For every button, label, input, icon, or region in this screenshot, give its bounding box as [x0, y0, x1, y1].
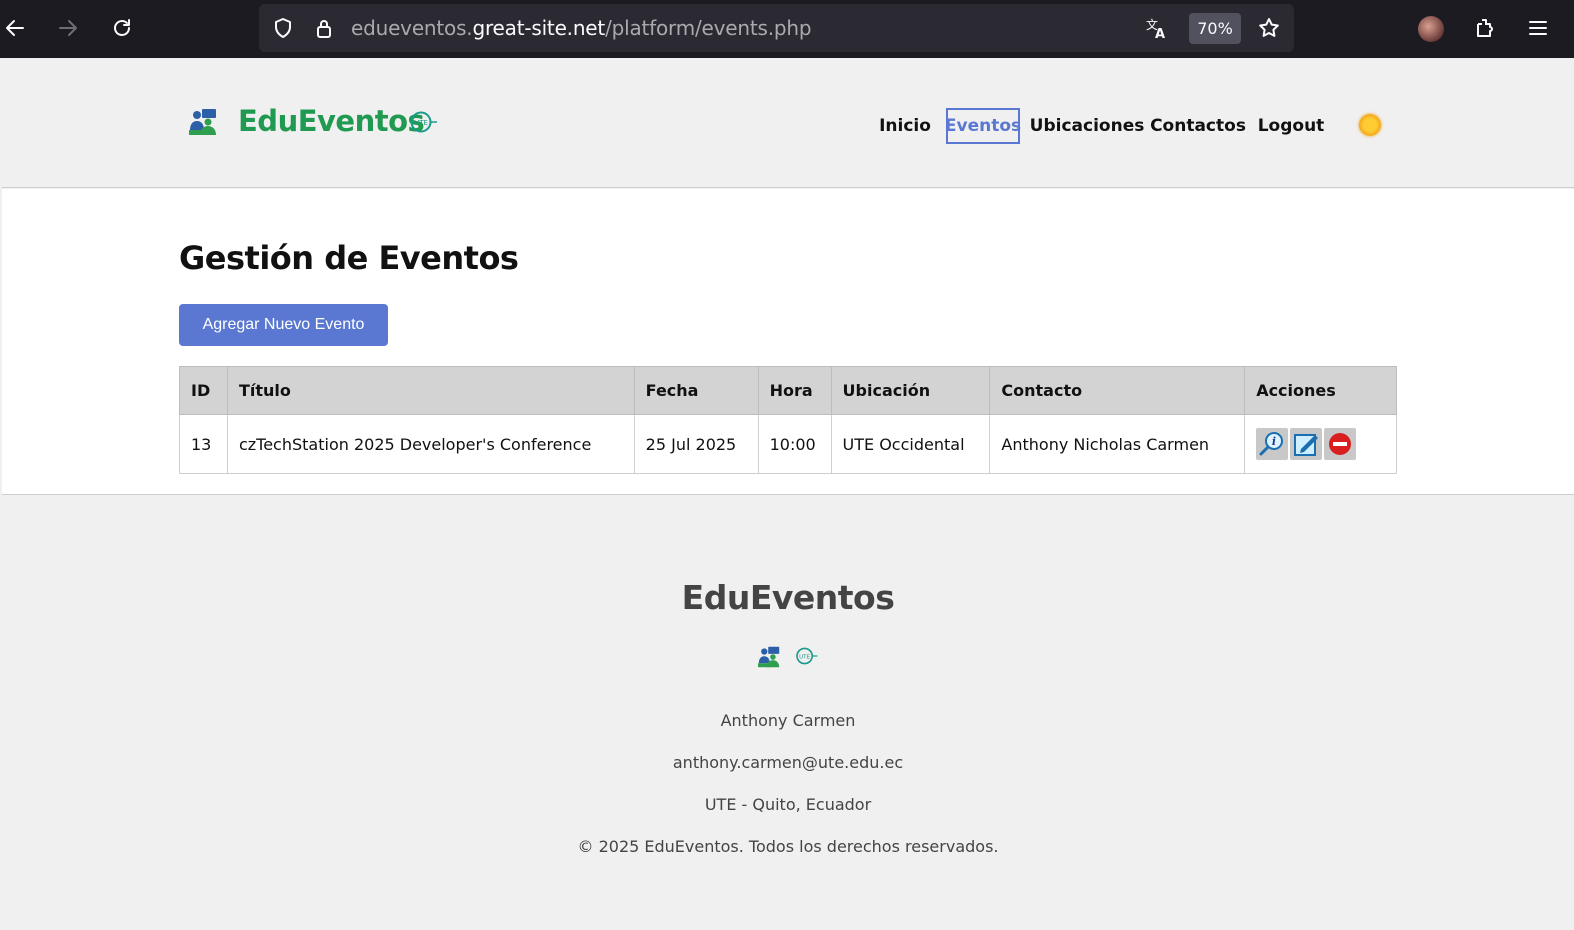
delete-icon[interactable]	[1324, 428, 1357, 460]
nav-item-contactos[interactable]: Contactos	[1150, 108, 1246, 144]
column-header-ubicacion: Ubicación	[830, 366, 991, 415]
footer-logos: UTE	[2, 646, 1574, 668]
column-header-acciones: Acciones	[1244, 366, 1397, 415]
site-header: EduEventos UTE Inicio Eventos Ubicacione…	[2, 58, 1574, 188]
table-row: 13 czTechStation 2025 Developer's Confer…	[179, 414, 1397, 474]
add-event-button[interactable]: Agregar Nuevo Evento	[179, 304, 388, 346]
ute-logo-icon: UTE	[796, 647, 818, 665]
extensions-icon[interactable]	[1467, 10, 1503, 46]
menu-icon[interactable]	[1520, 10, 1556, 46]
back-arrow-icon[interactable]	[0, 10, 33, 46]
web-page: EduEventos UTE Inicio Eventos Ubicacione…	[2, 58, 1574, 930]
url-bar[interactable]: edueventos.great-site.net/platform/event…	[259, 4, 1294, 52]
zoom-level-badge[interactable]: 70%	[1189, 13, 1241, 44]
column-header-hora: Hora	[757, 366, 832, 415]
column-header-contacto: Contacto	[989, 366, 1246, 415]
browser-toolbar: edueventos.great-site.net/platform/event…	[0, 0, 1574, 58]
cell-titulo: czTechStation 2025 Developer's Conferenc…	[226, 414, 635, 474]
table-header-row: ID Título Fecha Hora Ubicación Contacto …	[179, 366, 1397, 415]
events-table: ID Título Fecha Hora Ubicación Contacto …	[179, 366, 1397, 474]
url-text[interactable]: edueventos.great-site.net/platform/event…	[351, 16, 812, 40]
shield-icon[interactable]	[271, 16, 295, 40]
cell-fecha: 25 Jul 2025	[633, 414, 759, 474]
column-header-fecha: Fecha	[633, 366, 759, 415]
cell-acciones: i	[1244, 414, 1397, 474]
svg-text:i: i	[1272, 435, 1276, 448]
reload-icon[interactable]	[104, 10, 140, 46]
nav-item-inicio[interactable]: Inicio	[877, 108, 933, 144]
cell-contacto: Anthony Nicholas Carmen	[989, 414, 1246, 474]
translate-icon[interactable]: 文A	[1145, 16, 1169, 40]
cell-hora: 10:00	[757, 414, 832, 474]
footer-author: Anthony Carmen	[720, 711, 856, 730]
cell-id: 13	[179, 414, 228, 474]
footer-brand: EduEventos	[681, 578, 895, 617]
star-icon[interactable]	[1257, 16, 1281, 40]
cell-ubicacion: UTE Occidental	[830, 414, 991, 474]
main-nav: Inicio Eventos Ubicaciones Contactos Log…	[2, 108, 1574, 144]
svg-text:A: A	[1155, 27, 1165, 40]
edit-icon[interactable]	[1290, 428, 1323, 460]
sun-icon[interactable]	[1359, 114, 1381, 136]
avatar[interactable]	[1418, 16, 1444, 42]
lock-icon[interactable]	[312, 16, 336, 40]
footer-email[interactable]: anthony.carmen@ute.edu.ec	[2, 753, 1574, 772]
svg-text:UTE: UTE	[799, 654, 811, 660]
footer-location: UTE - Quito, Ecuador	[704, 795, 872, 814]
students-logo-icon	[758, 646, 780, 668]
site-footer: EduEventos UTE Anthony Carmen anthony.ca…	[2, 496, 1574, 930]
view-info-icon[interactable]: i	[1256, 428, 1289, 460]
nav-item-logout[interactable]: Logout	[1256, 108, 1326, 144]
nav-item-eventos[interactable]: Eventos	[945, 108, 1021, 144]
column-header-id: ID	[179, 366, 228, 415]
column-header-titulo: Título	[226, 366, 635, 415]
events-section: Gestión de Eventos Agregar Nuevo Evento …	[2, 189, 1574, 495]
footer-copyright: © 2025 EduEventos. Todos los derechos re…	[577, 837, 999, 856]
forward-arrow-icon[interactable]	[50, 10, 86, 46]
page-title: Gestión de Eventos	[179, 239, 519, 277]
nav-item-ubicaciones[interactable]: Ubicaciones	[1030, 108, 1145, 144]
